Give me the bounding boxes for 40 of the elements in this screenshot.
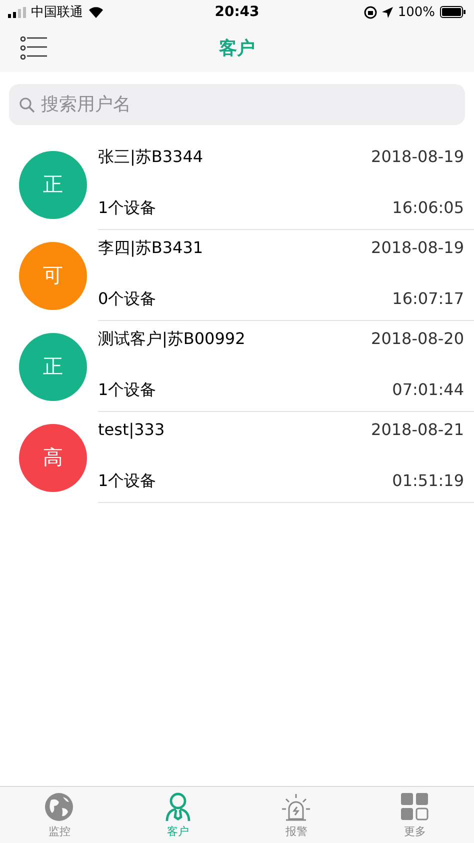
date-text: 2018-08-21 [371, 420, 464, 439]
customer-name: 测试客户|苏B00992 [98, 329, 246, 350]
customer-row[interactable]: 高 test|333 2018-08-21 1个设备 01:51:19 [0, 412, 474, 503]
device-count: 1个设备 [98, 198, 158, 219]
page-title: 客户 [219, 37, 255, 60]
search-icon [19, 97, 35, 113]
wifi-icon [88, 6, 104, 18]
search-field[interactable]: 搜索用户名 [9, 84, 465, 125]
rotation-lock-icon [364, 6, 377, 18]
customer-row[interactable]: 正 张三|苏B3344 2018-08-19 1个设备 16:06:05 [0, 139, 474, 230]
date-text: 2018-08-19 [371, 238, 464, 259]
time-text: 01:51:19 [391, 471, 464, 492]
status-avatar: 正 [19, 150, 87, 218]
status-avatar: 正 [19, 332, 87, 400]
signal-icon [8, 6, 26, 18]
location-arrow-icon [382, 6, 393, 18]
time-text: 16:06:05 [391, 198, 464, 219]
customer-row[interactable]: 正 测试客户|苏B00992 2018-08-20 1个设备 07:01:44 [0, 321, 474, 412]
alarm-light-icon [281, 792, 312, 822]
date-text: 2018-08-20 [371, 329, 464, 350]
status-avatar: 可 [19, 242, 87, 310]
menu-button[interactable] [20, 36, 48, 60]
customer-row[interactable]: 可 李四|苏B3431 2018-08-19 0个设备 16:07:17 [0, 230, 474, 321]
customer-name: 张三|苏B3344 [98, 147, 204, 168]
grid-icon [400, 792, 430, 822]
status-time: 20:43 [214, 4, 260, 20]
customer-name: test|333 [98, 420, 166, 439]
device-count: 0个设备 [98, 289, 158, 310]
battery-icon [440, 6, 466, 18]
globe-icon [44, 792, 74, 822]
device-count: 1个设备 [98, 380, 158, 401]
battery-percent: 100% [398, 4, 436, 20]
status-avatar: 高 [19, 424, 87, 492]
device-count: 1个设备 [98, 471, 158, 492]
customer-name: 李四|苏B3431 [98, 238, 204, 259]
carrier-name: 中国联通 [31, 4, 83, 21]
date-text: 2018-08-19 [371, 147, 464, 168]
person-icon [164, 792, 192, 822]
time-text: 07:01:44 [391, 380, 464, 401]
time-text: 16:07:17 [391, 289, 464, 310]
